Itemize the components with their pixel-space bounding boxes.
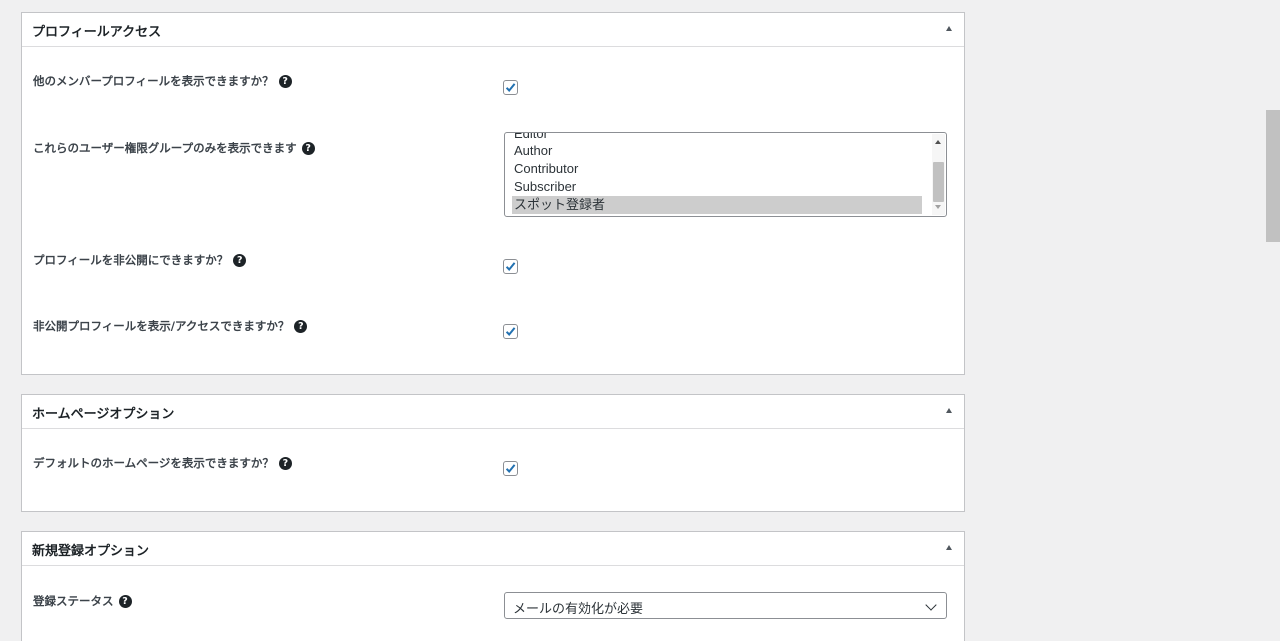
help-icon[interactable]: ? [118,594,132,608]
homepage-options-panel: ホームページオプション デフォルトのホームページを表示できますか？ ? [21,394,965,512]
listbox-option[interactable]: Subscriber [512,178,922,196]
registration-status-select[interactable]: メールの有効化が必要 [504,592,947,619]
setting-label: 非公開プロフィールを表示/アクセスできますか？ ? [33,318,308,334]
listbox-option[interactable]: Contributor [512,160,922,178]
setting-label-text: これらのユーザー権限グループのみを表示できます [33,141,297,155]
listbox-scrollbar[interactable] [932,134,945,215]
help-icon[interactable]: ? [233,253,247,267]
chevron-down-icon [925,599,937,611]
panel-header: プロフィールアクセス [22,13,964,47]
registration-options-panel: 新規登録オプション 登録ステータス ? メールの有効化が必要 [21,531,965,641]
role-groups-listbox[interactable]: Editor Author Contributor Subscriber スポッ… [504,132,947,217]
page-scrollbar-thumb[interactable] [1266,110,1280,242]
setting-label: これらのユーザー権限グループのみを表示できます ? [33,140,315,156]
checkmark-icon [505,83,516,93]
setting-label-text: 他のメンバープロフィールを表示できますか？ [33,74,274,88]
panel-header: ホームページオプション [22,395,964,429]
view-other-profiles-checkbox[interactable] [503,80,518,95]
checkmark-icon [505,327,516,337]
setting-label: 他のメンバープロフィールを表示できますか？ ? [33,73,292,89]
setting-label-text: デフォルトのホームページを表示できますか？ [33,456,274,470]
help-icon[interactable]: ? [301,141,315,155]
scroll-down-arrow-icon[interactable] [935,205,941,209]
scrollbar-thumb[interactable] [933,162,944,202]
page: プロフィールアクセス 他のメンバープロフィールを表示できますか？ ? これらのユ… [0,0,1280,641]
setting-label: 登録ステータス ? [33,593,132,609]
help-icon[interactable]: ? [294,319,308,333]
make-private-checkbox[interactable] [503,259,518,274]
setting-label-text: 非公開プロフィールを表示/アクセスできますか？ [33,319,290,333]
listbox-option-selected[interactable]: スポット登録者 [512,196,922,214]
setting-label: プロフィールを非公開にできますか？ ? [33,252,247,268]
setting-label-text: 登録ステータス [33,594,114,608]
setting-label: デフォルトのホームページを表示できますか？ ? [33,455,292,471]
setting-label-text: プロフィールを非公開にできますか？ [33,253,229,267]
checkmark-icon [505,262,516,272]
panel-header: 新規登録オプション [22,532,964,566]
listbox-option[interactable]: Author [512,142,922,160]
panel-title: 新規登録オプション [32,544,150,559]
collapse-arrow-icon[interactable] [946,545,952,550]
collapse-arrow-icon[interactable] [946,408,952,413]
profile-access-panel: プロフィールアクセス 他のメンバープロフィールを表示できますか？ ? これらのユ… [21,12,965,375]
panel-title: ホームページオプション [32,407,175,422]
help-icon[interactable]: ? [278,456,292,470]
view-default-homepage-checkbox[interactable] [503,461,518,476]
panel-title: プロフィールアクセス [32,25,162,40]
collapse-arrow-icon[interactable] [946,26,952,31]
view-private-checkbox[interactable] [503,324,518,339]
help-icon[interactable]: ? [278,74,292,88]
checkmark-icon [505,464,516,474]
scroll-up-arrow-icon[interactable] [935,140,941,144]
select-value: メールの有効化が必要 [513,602,644,617]
